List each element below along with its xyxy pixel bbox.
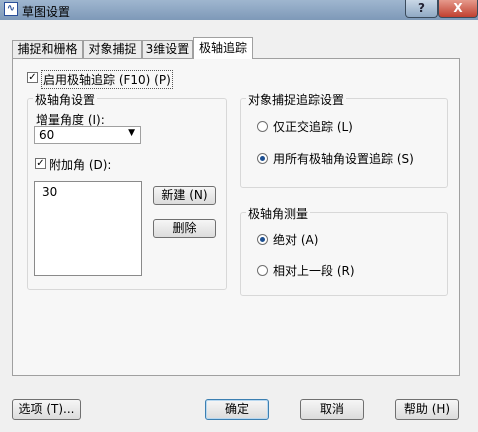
chevron-down-icon[interactable]: ▼ bbox=[128, 128, 135, 138]
delete-angle-button[interactable]: 删除 bbox=[153, 219, 216, 238]
osnap-tracking-title: 对象捕捉追踪设置 bbox=[246, 91, 347, 108]
list-item[interactable]: 30 bbox=[42, 185, 57, 199]
absolute-radio[interactable] bbox=[257, 234, 268, 245]
relative-last-segment-label[interactable]: 相对上一段 (R) bbox=[273, 262, 355, 279]
tab-object-snap[interactable]: 对象捕捉 bbox=[83, 40, 142, 58]
tab-snap-grid[interactable]: 捕捉和栅格 bbox=[12, 40, 83, 58]
autocad-icon: ∿ bbox=[4, 2, 18, 16]
tab-3d-settings[interactable]: 3维设置 bbox=[142, 40, 193, 58]
increment-angle-combo[interactable]: 60 ▼ bbox=[34, 126, 141, 144]
additional-angles-list[interactable]: 30 bbox=[34, 181, 142, 276]
enable-polar-checkbox[interactable]: ✓ bbox=[27, 72, 38, 83]
window-title: 草图设置 bbox=[22, 5, 71, 19]
title-bar: ∿ 草图设置 ? X bbox=[0, 0, 478, 20]
polar-angle-settings-title: 极轴角设置 bbox=[33, 91, 98, 108]
relative-last-segment-radio[interactable] bbox=[257, 265, 268, 276]
all-polar-angles-radio[interactable] bbox=[257, 153, 268, 164]
help-title-button[interactable]: ? bbox=[405, 0, 438, 18]
polar-measurement-group bbox=[240, 212, 448, 296]
polar-measurement-title: 极轴角测量 bbox=[246, 205, 311, 222]
tab-polar-tracking[interactable]: 极轴追踪 bbox=[193, 37, 253, 59]
osnap-tracking-group bbox=[240, 98, 448, 188]
close-button[interactable]: X bbox=[438, 0, 478, 18]
new-angle-button[interactable]: 新建 (N) bbox=[153, 186, 216, 205]
additional-angles-label[interactable]: 附加角 (D): bbox=[49, 156, 111, 173]
help-button[interactable]: 帮助 (H) bbox=[395, 399, 459, 420]
increment-angle-value: 60 bbox=[39, 128, 55, 142]
ok-button[interactable]: 确定 bbox=[205, 399, 269, 420]
additional-angles-checkbox[interactable]: ✓ bbox=[35, 158, 46, 169]
options-button[interactable]: 选项 (T)... bbox=[12, 399, 81, 420]
cancel-button[interactable]: 取消 bbox=[300, 399, 364, 420]
enable-polar-label[interactable]: 启用极轴追踪 (F10) (P) bbox=[41, 70, 173, 89]
all-polar-angles-label[interactable]: 用所有极轴角设置追踪 (S) bbox=[273, 150, 414, 167]
absolute-label[interactable]: 绝对 (A) bbox=[273, 231, 318, 248]
orthogonal-only-radio[interactable] bbox=[257, 121, 268, 132]
orthogonal-only-label[interactable]: 仅正交追踪 (L) bbox=[273, 118, 353, 135]
